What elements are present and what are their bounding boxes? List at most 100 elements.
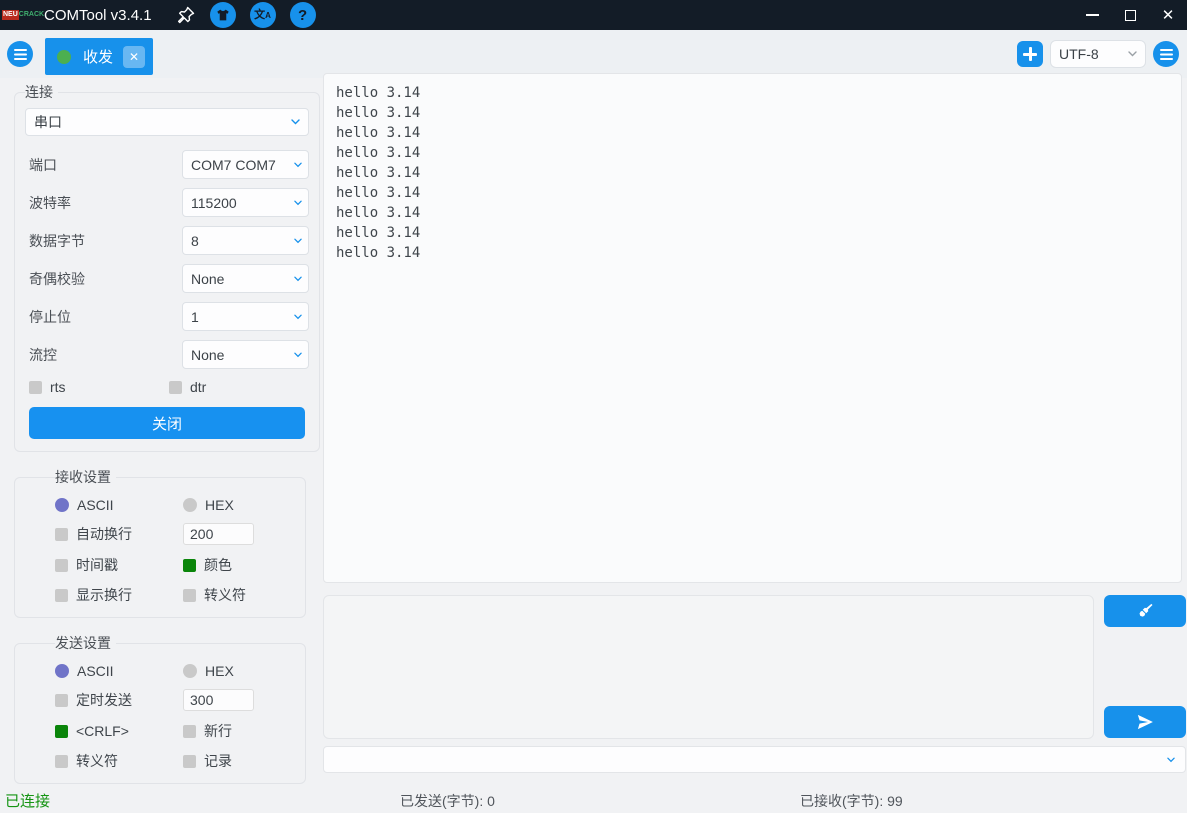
sent-bytes-status: 已发送(字节): 0 bbox=[400, 791, 495, 811]
receive-hex-label: HEX bbox=[205, 497, 234, 513]
receive-display[interactable]: hello 3.14 hello 3.14 hello 3.14 hello 3… bbox=[323, 73, 1182, 583]
receive-line: hello 3.14 bbox=[336, 245, 421, 261]
receive-line: hello 3.14 bbox=[336, 225, 421, 241]
stopbits-select[interactable]: 1 bbox=[182, 302, 309, 331]
chevron-down-icon bbox=[1128, 51, 1137, 57]
checkbox-checked-icon bbox=[55, 724, 68, 738]
receive-line: hello 3.14 bbox=[336, 205, 421, 221]
receive-hex-radio[interactable]: HEX bbox=[183, 497, 295, 513]
chevron-down-icon bbox=[294, 276, 302, 281]
help-button[interactable]: ? bbox=[289, 2, 316, 28]
receive-ascii-radio[interactable]: ASCII bbox=[55, 497, 183, 513]
left-panel: 连接 串口 端口 COM7 COM7 波特率 115200 数据字节 8 奇偶校… bbox=[8, 82, 320, 799]
auto-wrap-input[interactable] bbox=[183, 523, 254, 545]
add-tab-button[interactable] bbox=[1017, 41, 1043, 67]
baudrate-row: 波特率 115200 bbox=[25, 188, 309, 217]
databits-label: 数据字节 bbox=[29, 232, 85, 249]
settings-menu-button[interactable] bbox=[1153, 41, 1179, 67]
databits-select[interactable]: 8 bbox=[182, 226, 309, 255]
paper-plane-icon bbox=[1137, 714, 1153, 730]
tab-status-dot bbox=[57, 49, 71, 64]
tab-send-receive[interactable]: 收发 ✕ bbox=[45, 38, 154, 75]
port-select[interactable]: COM7 COM7 bbox=[182, 150, 309, 179]
send-escape-checkbox[interactable]: 转义符 bbox=[55, 751, 183, 771]
send-history-select[interactable] bbox=[323, 746, 1186, 773]
receive-settings-group: 接收设置 ASCII HEX 自动换行 时间戳 bbox=[14, 467, 306, 618]
dtr-checkbox[interactable]: dtr bbox=[169, 379, 309, 395]
received-bytes-value: 99 bbox=[887, 793, 903, 809]
close-window-button[interactable]: ✕ bbox=[1149, 0, 1187, 30]
timestamp-label: 时间戳 bbox=[76, 557, 118, 573]
record-label: 记录 bbox=[204, 753, 232, 769]
tabbar-right-controls: UTF-8 bbox=[1017, 30, 1179, 78]
close-connection-button[interactable]: 关闭 bbox=[29, 407, 305, 439]
auto-wrap-checkbox[interactable]: 自动换行 bbox=[55, 524, 183, 544]
send-ascii-radio[interactable]: ASCII bbox=[55, 663, 183, 679]
receive-line: hello 3.14 bbox=[336, 165, 421, 181]
color-checkbox[interactable]: 颜色 bbox=[183, 555, 295, 575]
received-bytes-label: 已接收(字节): bbox=[800, 793, 884, 809]
flowcontrol-select[interactable]: None bbox=[182, 340, 309, 369]
rts-checkbox[interactable]: rts bbox=[29, 379, 169, 395]
close-icon: ✕ bbox=[1161, 6, 1175, 24]
rts-dtr-row: rts dtr bbox=[25, 379, 309, 395]
checkbox-icon bbox=[183, 754, 196, 768]
parity-value: None bbox=[191, 270, 225, 287]
chevron-down-icon bbox=[1167, 757, 1175, 762]
send-settings-group: 发送设置 ASCII HEX 定时发送 <CRLF> bbox=[14, 633, 306, 784]
sent-bytes-label: 已发送(字节): bbox=[400, 793, 484, 809]
minimize-button[interactable] bbox=[1073, 0, 1111, 30]
receive-escape-label: 转义符 bbox=[204, 587, 246, 603]
rts-label: rts bbox=[50, 379, 66, 395]
receive-ascii-label: ASCII bbox=[77, 497, 114, 513]
timestamp-checkbox[interactable]: 时间戳 bbox=[55, 555, 183, 575]
translate-icon: 文 bbox=[254, 8, 266, 21]
connection-type-select[interactable]: 串口 bbox=[25, 108, 309, 136]
timed-send-checkbox[interactable]: 定时发送 bbox=[55, 690, 183, 710]
checkbox-icon bbox=[55, 588, 68, 602]
chevron-down-icon bbox=[294, 352, 302, 357]
checkbox-icon bbox=[183, 588, 196, 602]
baudrate-select[interactable]: 115200 bbox=[182, 188, 309, 217]
main-menu-button[interactable] bbox=[7, 41, 33, 67]
checkbox-icon bbox=[55, 693, 68, 707]
clear-button[interactable] bbox=[1104, 595, 1186, 627]
translate-button[interactable]: 文A bbox=[249, 2, 276, 28]
minimize-icon bbox=[1085, 14, 1099, 16]
send-input[interactable] bbox=[323, 595, 1094, 739]
newline-checkbox[interactable]: 新行 bbox=[183, 721, 295, 741]
record-checkbox[interactable]: 记录 bbox=[183, 751, 295, 771]
stopbits-label: 停止位 bbox=[29, 308, 71, 325]
send-button[interactable] bbox=[1104, 706, 1186, 738]
help-icon: ? bbox=[297, 6, 308, 24]
parity-select[interactable]: None bbox=[182, 264, 309, 293]
port-row: 端口 COM7 COM7 bbox=[25, 150, 309, 179]
translate-icon-sub: A bbox=[265, 10, 271, 20]
timed-send-input[interactable] bbox=[183, 689, 254, 711]
sent-bytes-value: 0 bbox=[487, 793, 495, 809]
dtr-label: dtr bbox=[190, 379, 207, 395]
send-hex-radio[interactable]: HEX bbox=[183, 663, 295, 679]
comtool-window: NEU CRACK COMTool v3.4.1 文A ? ✕ 收发 ✕ UTF… bbox=[0, 0, 1187, 813]
maximize-button[interactable] bbox=[1111, 0, 1149, 30]
parity-row: 奇偶校验 None bbox=[25, 264, 309, 293]
crlf-checkbox[interactable]: <CRLF> bbox=[55, 723, 183, 739]
pin-icon[interactable] bbox=[176, 5, 196, 25]
checkbox-icon bbox=[55, 527, 68, 541]
send-escape-label: 转义符 bbox=[76, 753, 118, 769]
show-newline-label: 显示换行 bbox=[76, 587, 132, 603]
flowcontrol-row: 流控 None bbox=[25, 340, 309, 369]
chevron-down-icon bbox=[291, 119, 300, 125]
chevron-down-icon bbox=[294, 314, 302, 319]
show-newline-checkbox[interactable]: 显示换行 bbox=[55, 585, 183, 605]
tab-close-button[interactable]: ✕ bbox=[123, 45, 146, 68]
radio-icon bbox=[183, 498, 197, 512]
tab-label: 收发 bbox=[83, 49, 114, 66]
checkbox-icon bbox=[183, 724, 196, 738]
send-ascii-label: ASCII bbox=[77, 663, 114, 679]
encoding-select[interactable]: UTF-8 bbox=[1050, 40, 1146, 68]
theme-tshirt-button[interactable] bbox=[209, 2, 236, 28]
receive-escape-checkbox[interactable]: 转义符 bbox=[183, 585, 295, 605]
hamburger-icon bbox=[1159, 48, 1173, 60]
received-bytes-status: 已接收(字节): 99 bbox=[800, 791, 903, 811]
